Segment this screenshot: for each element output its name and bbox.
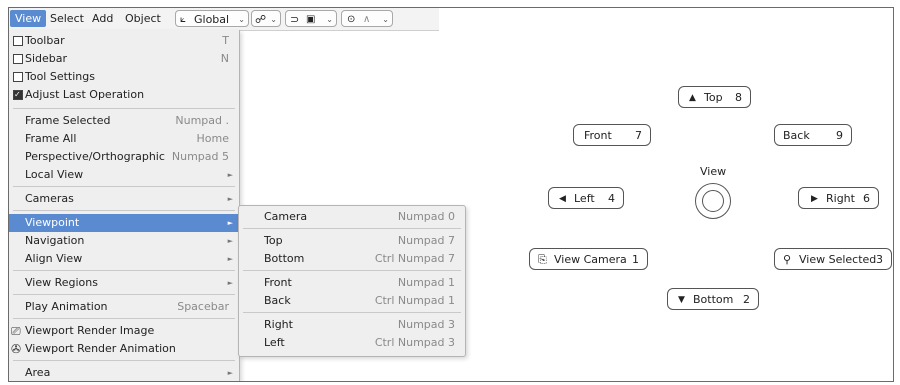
viewport-header: View Select Add Object ⟀ Global ⌄ ☍ ⌄ ⊃ …: [9, 8, 439, 31]
pie-center-indicator: [695, 183, 731, 219]
menu-item-viewport-render-animation[interactable]: ✇ Viewport Render Animation: [9, 340, 239, 358]
pivot-dropdown[interactable]: ☍ ⌄: [251, 10, 281, 27]
chevron-down-icon: ⌄: [382, 15, 389, 24]
submenu-arrow-icon: ►: [227, 369, 233, 377]
pie-title: View: [700, 165, 727, 178]
zoom-selected-icon: ⚲: [783, 253, 792, 266]
menu-item-viewpoint[interactable]: Viewpoint ►: [9, 214, 239, 232]
chevron-down-icon: ⌄: [270, 15, 277, 24]
submenu-arrow-icon: ►: [227, 279, 233, 287]
menu-item-align-view[interactable]: Align View ►: [9, 250, 239, 268]
snap-magnet-icon: ⊃: [290, 13, 300, 26]
checkbox[interactable]: [13, 36, 23, 46]
submenu-item-right[interactable]: Right Numpad 3: [239, 316, 465, 334]
menu-item-toolbar[interactable]: Toolbar T: [9, 32, 239, 50]
pie-back-button[interactable]: Back 9: [774, 124, 852, 146]
separator: [13, 270, 235, 271]
triangle-down-icon: ▼: [678, 295, 685, 305]
chevron-down-icon: ⌄: [326, 15, 333, 24]
view-menu: Toolbar T Sidebar N Tool Settings Adjust…: [9, 30, 240, 381]
pie-view-camera-button[interactable]: ⎘ View Camera 1: [529, 248, 648, 270]
pivot-icon: ☍: [255, 13, 267, 26]
submenu-arrow-icon: ►: [227, 171, 233, 179]
menu-item-frame-selected[interactable]: Frame Selected Numpad .: [9, 112, 239, 130]
chevron-down-icon: ⌄: [238, 15, 245, 24]
snap-group[interactable]: ⊃ ▣ ⌄: [285, 10, 337, 27]
viewport-frame: View Select Add Object ⟀ Global ⌄ ☍ ⌄ ⊃ …: [8, 7, 894, 382]
orientation-axes-icon: ⟀: [180, 14, 186, 25]
snap-increment-icon: ▣: [306, 14, 316, 25]
menu-add[interactable]: Add: [87, 10, 118, 27]
menu-item-local-view[interactable]: Local View ►: [9, 166, 239, 184]
menu-item-perspective-orthographic[interactable]: Perspective/Orthographic Numpad 5: [9, 148, 239, 166]
separator: [13, 318, 235, 319]
submenu-item-back[interactable]: Back Ctrl Numpad 1: [239, 292, 465, 310]
triangle-right-icon: ▶: [811, 194, 818, 204]
menu-item-play-animation[interactable]: Play Animation Spacebar: [9, 298, 239, 316]
menu-view[interactable]: View: [10, 10, 47, 27]
menu-item-adjust-last-operation[interactable]: Adjust Last Operation: [9, 86, 239, 104]
render-still-icon: ⎚: [11, 324, 21, 338]
checkbox[interactable]: [13, 54, 23, 64]
submenu-item-top[interactable]: Top Numpad 7: [239, 232, 465, 250]
menu-item-frame-all[interactable]: Frame All Home: [9, 130, 239, 148]
separator: [13, 210, 235, 211]
render-animation-icon: ✇: [11, 342, 22, 356]
menu-item-sidebar[interactable]: Sidebar N: [9, 50, 239, 68]
separator: [13, 294, 235, 295]
menu-item-tool-settings[interactable]: Tool Settings: [9, 68, 239, 86]
falloff-curve-icon: ∧: [363, 14, 371, 25]
separator: [243, 312, 461, 313]
separator: [13, 108, 235, 109]
separator: [243, 270, 461, 271]
submenu-item-bottom[interactable]: Bottom Ctrl Numpad 7: [239, 250, 465, 268]
orientation-value: Global: [194, 13, 230, 26]
menu-item-view-regions[interactable]: View Regions ►: [9, 274, 239, 292]
separator: [13, 186, 235, 187]
triangle-left-icon: ◀: [559, 194, 566, 204]
checkbox[interactable]: [13, 72, 23, 82]
pie-bottom-button[interactable]: ▼ Bottom 2: [667, 288, 759, 310]
submenu-item-front[interactable]: Front Numpad 1: [239, 274, 465, 292]
submenu-item-camera[interactable]: Camera Numpad 0: [239, 208, 465, 226]
submenu-arrow-icon: ►: [227, 255, 233, 263]
menu-item-viewport-render-image[interactable]: ⎚ Viewport Render Image: [9, 322, 239, 340]
submenu-arrow-icon: ►: [227, 219, 233, 227]
submenu-arrow-icon: ►: [227, 237, 233, 245]
proportional-edit-group[interactable]: ⊙ ∧ ⌄: [341, 10, 393, 27]
separator: [243, 228, 461, 229]
submenu-item-left[interactable]: Left Ctrl Numpad 3: [239, 334, 465, 352]
menu-item-cameras[interactable]: Cameras ►: [9, 190, 239, 208]
pie-view-selected-button[interactable]: ⚲ View Selected 3: [774, 248, 892, 270]
pie-top-button[interactable]: ▲ Top 8: [678, 86, 751, 108]
orientation-dropdown[interactable]: ⟀ Global ⌄: [175, 10, 249, 27]
menu-object[interactable]: Object: [120, 10, 166, 27]
separator: [13, 360, 235, 361]
menu-select[interactable]: Select: [45, 10, 89, 27]
camera-icon: ⎘: [538, 253, 547, 266]
menu-item-navigation[interactable]: Navigation ►: [9, 232, 239, 250]
proportional-edit-icon: ⊙: [347, 14, 356, 25]
triangle-up-icon: ▲: [689, 93, 696, 103]
pie-right-button[interactable]: ▶ Right 6: [798, 187, 879, 209]
submenu-arrow-icon: ►: [227, 195, 233, 203]
checkbox-checked[interactable]: [13, 86, 23, 104]
viewpoint-submenu: Camera Numpad 0 Top Numpad 7 Bottom Ctrl…: [238, 205, 466, 357]
pie-front-button[interactable]: Front 7: [573, 124, 651, 146]
menu-item-area[interactable]: Area ►: [9, 364, 239, 381]
pie-left-button[interactable]: ◀ Left 4: [548, 187, 624, 209]
